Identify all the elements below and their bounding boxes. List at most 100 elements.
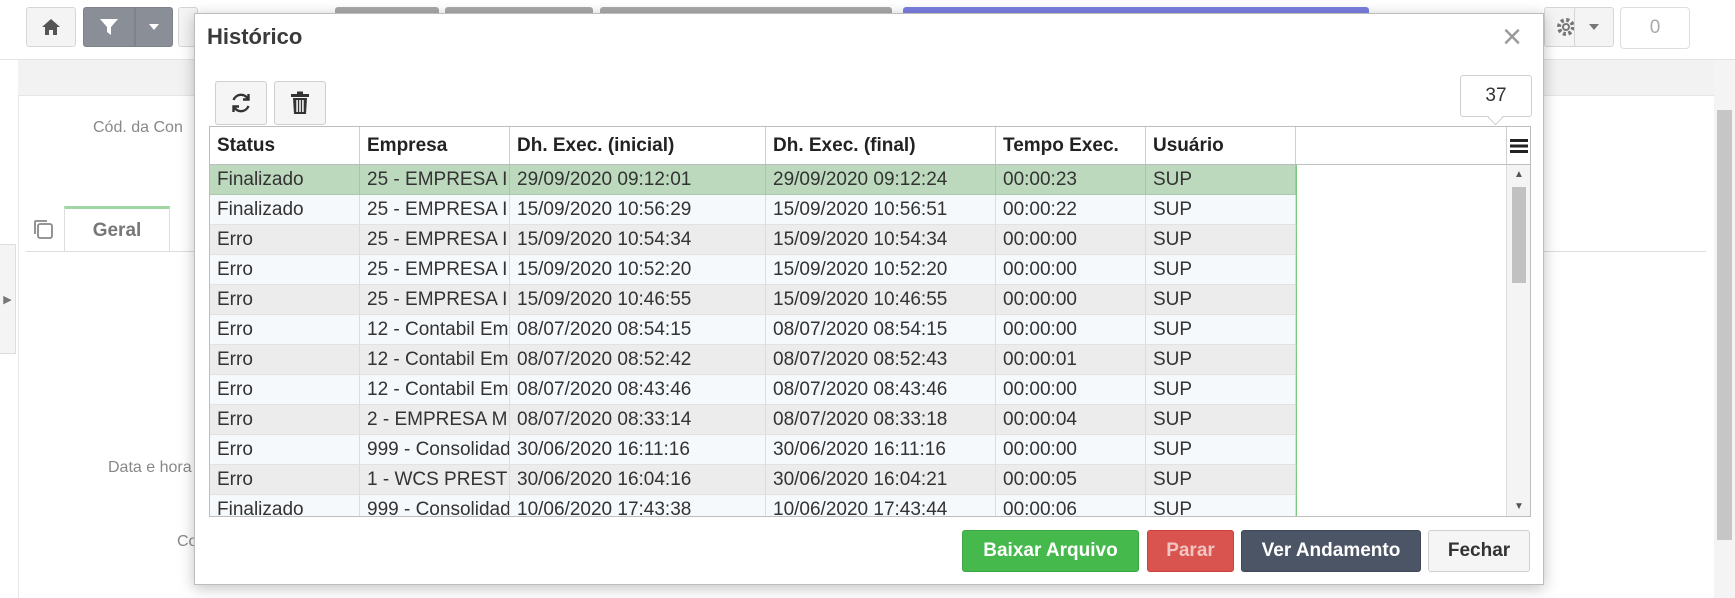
table-row[interactable]: Erro 25 - EMPRESA I 15/09/2020 10:52:20 15/… xyxy=(210,255,1297,285)
column-menu-icon xyxy=(1510,138,1528,153)
cell-final: 30/06/2020 16:04:21 xyxy=(766,465,996,494)
table-row[interactable]: Erro 999 - Consolidad 30/06/2020 16:11:16 3… xyxy=(210,435,1297,465)
cell-inicial: 08/07/2020 08:43:46 xyxy=(510,375,766,404)
cell-empresa: 999 - Consolidad xyxy=(360,495,510,516)
scroll-down-icon[interactable]: ▼ xyxy=(1507,499,1530,515)
cell-usuario: SUP xyxy=(1146,315,1296,344)
trash-icon xyxy=(291,91,309,114)
delete-button[interactable] xyxy=(274,81,326,125)
column-header-tempo[interactable]: Tempo Exec. xyxy=(996,127,1146,164)
cell-tempo: 00:00:01 xyxy=(996,345,1146,374)
ver-andamento-button[interactable]: Ver Andamento xyxy=(1241,530,1421,572)
filter-button[interactable] xyxy=(83,7,135,47)
table-row[interactable]: Erro 2 - EMPRESA M 08/07/2020 08:33:14 08/0… xyxy=(210,405,1297,435)
cell-final: 15/09/2020 10:46:55 xyxy=(766,285,996,314)
refresh-icon xyxy=(232,93,250,113)
column-header-final[interactable]: Dh. Exec. (final) xyxy=(766,127,996,164)
cell-inicial: 08/07/2020 08:52:42 xyxy=(510,345,766,374)
cell-inicial: 29/09/2020 09:12:01 xyxy=(510,165,766,194)
cell-usuario: SUP xyxy=(1146,165,1296,194)
column-header-usuario[interactable]: Usuário xyxy=(1146,127,1296,164)
grid-scrollbar[interactable]: ▲ ▼ xyxy=(1506,165,1530,516)
cell-empresa: 12 - Contabil Em xyxy=(360,315,510,344)
grid-scrollbar-thumb[interactable] xyxy=(1512,187,1526,283)
fechar-button[interactable]: Fechar xyxy=(1428,530,1530,572)
cell-final: 30/06/2020 16:11:16 xyxy=(766,435,996,464)
tab-geral[interactable]: Geral xyxy=(64,206,170,252)
cell-status: Erro xyxy=(210,285,360,314)
history-grid: Status Empresa Dh. Exec. (inicial) Dh. E… xyxy=(209,126,1531,517)
column-menu-button[interactable] xyxy=(1506,127,1530,164)
cell-tempo: 00:00:00 xyxy=(996,225,1146,254)
cell-final: 08/07/2020 08:54:15 xyxy=(766,315,996,344)
record-count-badge: 37 xyxy=(1460,75,1532,117)
table-row[interactable]: Finalizado 25 - EMPRESA I 29/09/2020 09:12… xyxy=(210,165,1297,195)
caret-down-icon xyxy=(149,24,159,30)
cell-empresa: 25 - EMPRESA I xyxy=(360,225,510,254)
chevron-right-icon: ▶ xyxy=(3,293,12,306)
cell-usuario: SUP xyxy=(1146,225,1296,254)
cell-inicial: 08/07/2020 08:33:14 xyxy=(510,405,766,434)
top-counter: 0 xyxy=(1620,7,1690,49)
cell-tempo: 00:00:05 xyxy=(996,465,1146,494)
dialog-title: Histórico xyxy=(207,24,303,49)
cell-status: Erro xyxy=(210,345,360,374)
table-row[interactable]: Finalizado 999 - Consolidad 10/06/2020 17:… xyxy=(210,495,1297,516)
baixar-arquivo-button[interactable]: Baixar Arquivo xyxy=(962,530,1139,572)
cell-inicial: 10/06/2020 17:43:38 xyxy=(510,495,766,516)
cell-status: Finalizado xyxy=(210,495,360,516)
cell-empresa: 25 - EMPRESA I xyxy=(360,165,510,194)
cell-status: Erro xyxy=(210,315,360,344)
cell-empresa: 25 - EMPRESA I xyxy=(360,195,510,224)
grid-header: Status Empresa Dh. Exec. (inicial) Dh. E… xyxy=(210,127,1530,165)
cell-usuario: SUP xyxy=(1146,375,1296,404)
page-scrollbar-thumb[interactable] xyxy=(1717,110,1732,540)
cell-status: Finalizado xyxy=(210,165,360,194)
grid-body: Finalizado 25 - EMPRESA I 29/09/2020 09:12… xyxy=(210,165,1506,516)
cell-final: 08/07/2020 08:52:43 xyxy=(766,345,996,374)
caret-down-icon xyxy=(1589,24,1599,30)
cell-usuario: SUP xyxy=(1146,285,1296,314)
close-icon[interactable]: × xyxy=(1495,20,1529,54)
side-expand-handle[interactable]: ▶ xyxy=(0,244,16,354)
table-row[interactable]: Erro 25 - EMPRESA I 15/09/2020 10:54:34 15/… xyxy=(210,225,1297,255)
cell-tempo: 00:00:00 xyxy=(996,315,1146,344)
cell-status: Erro xyxy=(210,465,360,494)
home-button[interactable] xyxy=(26,7,76,47)
cell-tempo: 00:00:22 xyxy=(996,195,1146,224)
cell-tempo: 00:00:00 xyxy=(996,435,1146,464)
cell-status: Erro xyxy=(210,255,360,284)
cell-status: Erro xyxy=(210,405,360,434)
column-header-inicial[interactable]: Dh. Exec. (inicial) xyxy=(510,127,766,164)
page-scrollbar[interactable] xyxy=(1714,60,1735,598)
cell-status: Erro xyxy=(210,435,360,464)
cell-empresa: 2 - EMPRESA M xyxy=(360,405,510,434)
cell-status: Finalizado xyxy=(210,195,360,224)
table-row[interactable]: Erro 25 - EMPRESA I 15/09/2020 10:46:55 15/… xyxy=(210,285,1297,315)
cell-empresa: 25 - EMPRESA I xyxy=(360,285,510,314)
settings-dropdown-button[interactable] xyxy=(1574,7,1614,47)
cell-usuario: SUP xyxy=(1146,195,1296,224)
cell-empresa: 999 - Consolidad xyxy=(360,435,510,464)
column-header-status[interactable]: Status xyxy=(210,127,360,164)
cell-usuario: SUP xyxy=(1146,255,1296,284)
cell-empresa: 12 - Contabil Em xyxy=(360,375,510,404)
cell-inicial: 30/06/2020 16:11:16 xyxy=(510,435,766,464)
table-row[interactable]: Finalizado 25 - EMPRESA I 15/09/2020 10:56… xyxy=(210,195,1297,225)
cell-final: 08/07/2020 08:33:18 xyxy=(766,405,996,434)
parar-button[interactable]: Parar xyxy=(1147,530,1234,572)
cell-status: Erro xyxy=(210,225,360,254)
cell-tempo: 00:00:00 xyxy=(996,285,1146,314)
copy-icon[interactable] xyxy=(32,218,54,240)
table-row[interactable]: Erro 12 - Contabil Em 08/07/2020 08:52:42 0… xyxy=(210,345,1297,375)
table-row[interactable]: Erro 12 - Contabil Em 08/07/2020 08:43:46 0… xyxy=(210,375,1297,405)
scroll-up-icon[interactable]: ▲ xyxy=(1507,167,1530,183)
filter-dropdown-button[interactable] xyxy=(135,7,173,47)
table-row[interactable]: Erro 12 - Contabil Em 08/07/2020 08:54:15 0… xyxy=(210,315,1297,345)
historico-dialog: Histórico × 37 Status Empresa Dh. Exec. … xyxy=(194,13,1544,585)
table-row[interactable]: Erro 1 - WCS PREST 30/06/2020 16:04:16 30/0… xyxy=(210,465,1297,495)
column-header-empresa[interactable]: Empresa xyxy=(360,127,510,164)
cell-final: 10/06/2020 17:43:44 xyxy=(766,495,996,516)
cell-tempo: 00:00:23 xyxy=(996,165,1146,194)
refresh-button[interactable] xyxy=(215,81,267,125)
